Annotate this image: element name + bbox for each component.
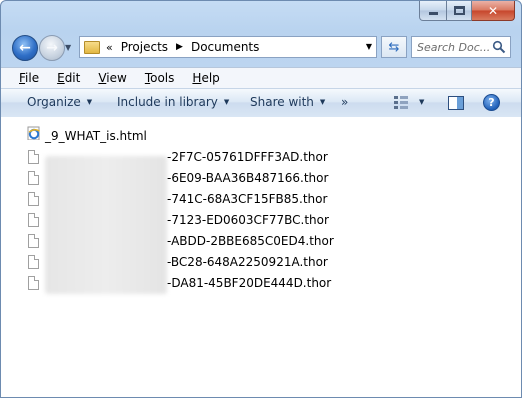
minimize-icon: [428, 12, 438, 15]
menu-file[interactable]: File: [19, 71, 39, 85]
menu-help-label: elp: [201, 71, 220, 85]
file-name: -741C-68A3CF15FB85.thor: [167, 191, 328, 206]
search-icon[interactable]: [492, 40, 506, 54]
menu-tools[interactable]: Tools: [145, 71, 175, 85]
menu-edit-accel: E: [57, 71, 65, 85]
view-options-chevron-icon[interactable]: ▼: [419, 98, 424, 106]
forward-button[interactable]: →: [39, 35, 65, 61]
organize-button[interactable]: Organize ▼: [27, 95, 92, 109]
file-name: -BC28-648A2250921A.thor: [167, 254, 328, 269]
menu-view-label: iew: [106, 71, 127, 85]
document-icon: [27, 275, 40, 291]
file-list-pane: _9_WHAT_is.html -2F7C-05761DFFF3AD.thor …: [1, 117, 521, 397]
search-box[interactable]: [411, 36, 511, 58]
more-commands-button[interactable]: »: [341, 95, 348, 109]
explorer-window: ✕ ← → ▼ « Projects ▶ Documents ▼ ⇆ File …: [0, 0, 522, 398]
document-icon: [27, 149, 40, 165]
file-item[interactable]: -2F7C-05761DFFF3AD.thor: [27, 146, 328, 167]
file-name: -DA81-45BF20DE444D.thor: [167, 275, 332, 290]
menu-tools-label: ools: [150, 71, 175, 85]
document-icon: [27, 170, 40, 186]
preview-pane-icon[interactable]: [448, 96, 464, 110]
file-name: -7123-ED0603CF77BC.thor: [167, 212, 329, 227]
file-item[interactable]: -BC28-648A2250921A.thor: [27, 251, 328, 272]
caption-buttons: ✕: [419, 1, 515, 21]
breadcrumb-separator-icon[interactable]: ▶: [176, 42, 183, 52]
organize-label: Organize: [27, 95, 81, 109]
menu-edit-label: dit: [64, 71, 81, 85]
search-input[interactable]: [417, 40, 493, 54]
include-in-library-label: Include in library: [117, 95, 218, 109]
file-item[interactable]: -ABDD-2BBE685C0ED4.thor: [27, 230, 334, 251]
breadcrumb-documents[interactable]: Documents: [191, 40, 259, 54]
address-dropdown-icon[interactable]: ▼: [366, 42, 372, 51]
file-list: _9_WHAT_is.html -2F7C-05761DFFF3AD.thor …: [27, 125, 334, 294]
breadcrumb-overflow-icon[interactable]: «: [106, 41, 113, 54]
close-button[interactable]: ✕: [472, 1, 515, 21]
menu-bar: File Edit View Tools Help: [1, 67, 521, 88]
refresh-button[interactable]: ⇆: [381, 36, 407, 58]
folder-icon: [84, 40, 100, 54]
minimize-button[interactable]: [419, 1, 447, 21]
file-name: -ABDD-2BBE685C0ED4.thor: [167, 233, 334, 248]
file-item[interactable]: _9_WHAT_is.html: [27, 125, 147, 146]
include-in-library-button[interactable]: Include in library ▼: [117, 95, 229, 109]
document-icon: [27, 233, 40, 249]
chevron-down-icon: ▼: [319, 98, 326, 106]
document-icon: [27, 191, 40, 207]
command-bar: Organize ▼ Include in library ▼ Share with…: [1, 88, 521, 118]
share-with-label: Share with: [250, 95, 314, 109]
close-icon: ✕: [487, 3, 499, 18]
document-icon: [27, 212, 40, 228]
menu-file-label: ile: [25, 71, 40, 85]
chevron-down-icon: ▼: [86, 98, 93, 106]
file-item[interactable]: -6E09-BAA36B487166.thor: [27, 167, 328, 188]
breadcrumb-projects[interactable]: Projects: [121, 40, 168, 54]
chevron-down-icon: ▼: [223, 98, 230, 106]
html-file-icon: [27, 126, 40, 140]
refresh-icon: ⇆: [388, 39, 400, 55]
maximize-button[interactable]: [447, 1, 472, 21]
file-item[interactable]: -741C-68A3CF15FB85.thor: [27, 188, 327, 209]
menu-view[interactable]: View: [98, 71, 126, 85]
share-with-button[interactable]: Share with ▼: [250, 95, 325, 109]
recent-pages-button[interactable]: ▼: [65, 43, 75, 53]
navigation-row: ← → ▼ « Projects ▶ Documents ▼ ⇆: [1, 31, 521, 65]
back-arrow-icon: ←: [19, 40, 31, 56]
file-name: -6E09-BAA36B487166.thor: [167, 170, 329, 185]
file-name: _9_WHAT_is.html: [45, 128, 147, 143]
help-icon[interactable]: ?: [483, 94, 500, 111]
change-view-icon[interactable]: [394, 96, 408, 109]
document-icon: [27, 254, 40, 270]
file-item[interactable]: -7123-ED0603CF77BC.thor: [27, 209, 329, 230]
chevron-down-icon: ▼: [65, 43, 72, 52]
more-commands-icon: »: [341, 95, 349, 109]
back-button[interactable]: ←: [12, 35, 38, 61]
menu-edit[interactable]: Edit: [57, 71, 80, 85]
file-name: -2F7C-05761DFFF3AD.thor: [167, 149, 328, 164]
file-item[interactable]: -DA81-45BF20DE444D.thor: [27, 272, 331, 293]
forward-arrow-icon: →: [46, 40, 58, 56]
menu-help[interactable]: Help: [192, 71, 219, 85]
address-bar[interactable]: « Projects ▶ Documents ▼: [79, 36, 377, 58]
maximize-icon: [453, 6, 465, 15]
